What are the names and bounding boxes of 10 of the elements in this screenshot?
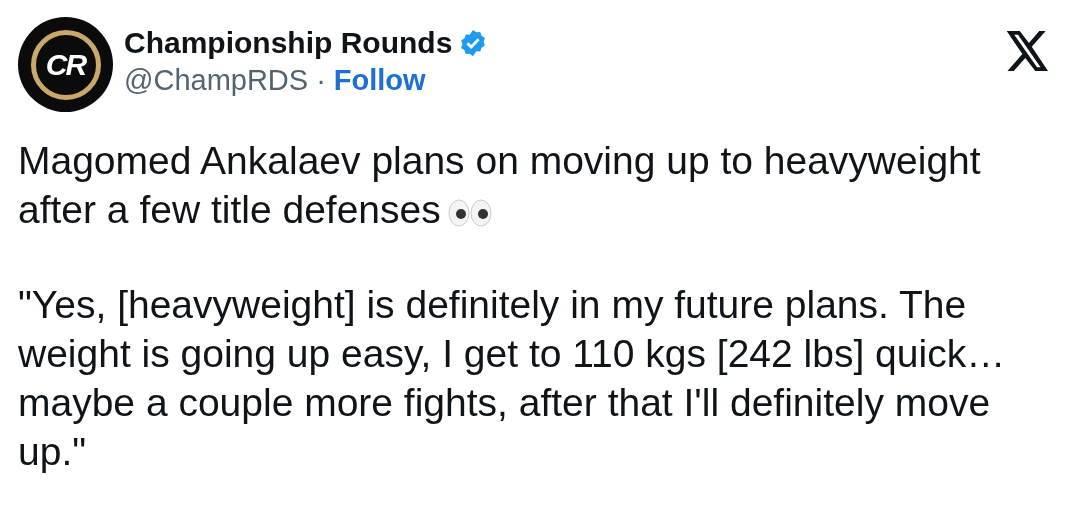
tweet-text: "Yes, [heavyweight] is definitely in my future plans. The weight is going up easy, I get to 110 kgs [242 lbs] quick… maybe a couple more fights, after that I'll definitely move up.": [18, 282, 1007, 475]
follow-link[interactable]: Follow: [333, 64, 426, 97]
tweet-text: Magomed Ankalaev plans on moving up to heavyweight after a few title defenses: [18, 138, 982, 233]
author-name: Championship Rounds: [124, 26, 453, 60]
separator-dot: ·: [316, 64, 326, 97]
eyes-icon: [446, 199, 493, 227]
avatar[interactable]: CR: [18, 17, 113, 112]
x-logo-icon[interactable]: [1006, 31, 1050, 71]
author-handle: @ChampRDS: [124, 64, 309, 97]
avatar-logo: CR: [45, 47, 86, 82]
